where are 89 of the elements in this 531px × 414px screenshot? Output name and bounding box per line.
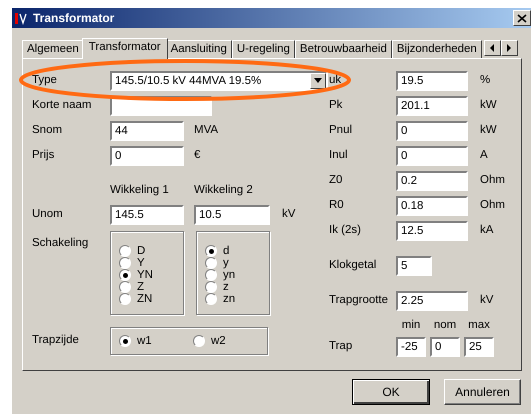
unit-label: € — [194, 148, 200, 163]
tab[interactable]: Betrouwbaarheid — [294, 40, 392, 58]
scroll-right-button[interactable] — [500, 40, 518, 56]
close-icon — [517, 14, 527, 22]
input-field[interactable]: -25 — [396, 336, 426, 357]
radio-button[interactable] — [119, 293, 131, 305]
tab[interactable]: Aansluiting — [166, 40, 232, 58]
input-field[interactable]: 12.5 — [396, 220, 468, 240]
input-field[interactable]: 25 — [464, 336, 494, 357]
input-field[interactable]: 0 — [110, 146, 184, 166]
radio-button[interactable] — [205, 281, 217, 293]
column-header: Wikkeling 1 — [110, 183, 170, 198]
field-label: Trapzijde — [32, 333, 80, 348]
field-label: R0 — [329, 198, 345, 213]
field-label: Snom — [32, 122, 64, 138]
tab[interactable]: Transformator — [82, 38, 168, 59]
unit-label: kV — [282, 206, 296, 222]
radio-button[interactable] — [119, 335, 131, 347]
radio-button[interactable] — [119, 245, 131, 257]
field-label: uk — [329, 72, 342, 88]
radio-button[interactable] — [119, 257, 131, 269]
unit-label: kV — [480, 292, 494, 308]
radio-button[interactable] — [193, 335, 205, 347]
radio-label[interactable]: D — [137, 245, 146, 257]
input-field[interactable]: 0 — [430, 336, 460, 357]
input-field[interactable]: 0 — [396, 120, 468, 140]
input-field[interactable]: 0 — [396, 146, 468, 166]
input-field[interactable]: 19.5 — [396, 70, 468, 90]
radio-label[interactable]: YN — [137, 269, 153, 281]
field-label: Pk — [329, 98, 344, 113]
input-field[interactable]: 0.18 — [396, 196, 468, 216]
input-field[interactable]: 2.25 — [396, 290, 468, 310]
radio-label[interactable]: Y — [137, 257, 145, 269]
input-field[interactable]: 145.5 — [110, 204, 184, 224]
unit-label: A — [480, 148, 488, 163]
dialog-button[interactable]: OK — [352, 379, 430, 405]
field-label: Unom — [32, 206, 64, 222]
left-arrow-icon — [488, 43, 496, 53]
unit-label: % — [480, 72, 490, 88]
field-label: Ik (2s) — [329, 222, 362, 238]
field-label: Trapgrootte — [329, 292, 390, 308]
radio-label[interactable]: zn — [223, 293, 236, 305]
unit-label: Ohm — [480, 172, 505, 188]
tab[interactable]: Bijzonderheden — [392, 40, 482, 58]
unit-label: kW — [480, 122, 497, 138]
right-arrow-icon — [505, 43, 514, 53]
close-button[interactable] — [513, 10, 531, 26]
unit-label: kW — [480, 98, 497, 113]
input-field[interactable]: 0.2 — [396, 170, 468, 190]
column-header: min — [400, 318, 422, 333]
radio-label[interactable]: w2 — [211, 335, 226, 347]
radio-label[interactable]: yn — [223, 269, 236, 281]
radio-label[interactable]: w1 — [137, 335, 152, 347]
radio-button[interactable] — [205, 269, 217, 281]
radio-button[interactable] — [119, 281, 131, 293]
input-field[interactable]: 5 — [396, 256, 432, 276]
field-label: Klokgetal — [329, 258, 378, 273]
radio-button[interactable] — [205, 257, 217, 269]
field-label: Trap — [329, 339, 354, 354]
tab[interactable]: Algemeen — [22, 40, 84, 58]
radio-label[interactable]: z — [223, 281, 229, 293]
input-field[interactable]: 44 — [110, 120, 184, 140]
input-field[interactable]: 201.1 — [396, 96, 468, 116]
field-label: Inul — [329, 148, 349, 163]
scroll-left-button[interactable] — [484, 40, 501, 56]
field-label: Korte naam — [32, 98, 92, 113]
field-label: Type — [32, 72, 58, 88]
type-dropdown[interactable]: 145.5/10.5 kV 44MVA 19.5% — [110, 70, 328, 90]
radio-button[interactable] — [119, 269, 131, 281]
input-field[interactable]: 10.5 — [194, 204, 270, 224]
unit-label: MVA — [194, 122, 218, 138]
column-header: Wikkeling 2 — [194, 183, 254, 198]
dialog-button[interactable]: Annuleren — [444, 379, 521, 405]
field-label: Z0 — [329, 172, 344, 188]
field-label: Schakeling — [32, 236, 90, 251]
column-header: nom — [432, 318, 458, 333]
field-label: Pnul — [329, 122, 354, 138]
radio-label[interactable]: d — [223, 245, 230, 257]
radio-label[interactable]: Z — [137, 281, 144, 293]
column-header: max — [467, 318, 491, 333]
radio-label[interactable]: ZN — [137, 293, 152, 305]
tab[interactable]: U-regeling — [232, 40, 295, 58]
radio-label[interactable]: y — [223, 257, 229, 269]
unit-label: Ohm — [480, 198, 505, 213]
radio-button[interactable] — [205, 293, 217, 305]
radio-button[interactable] — [205, 245, 217, 257]
window-title: Transformator — [33, 10, 114, 27]
unit-label: kA — [480, 222, 494, 238]
field-label: Prijs — [32, 148, 56, 163]
